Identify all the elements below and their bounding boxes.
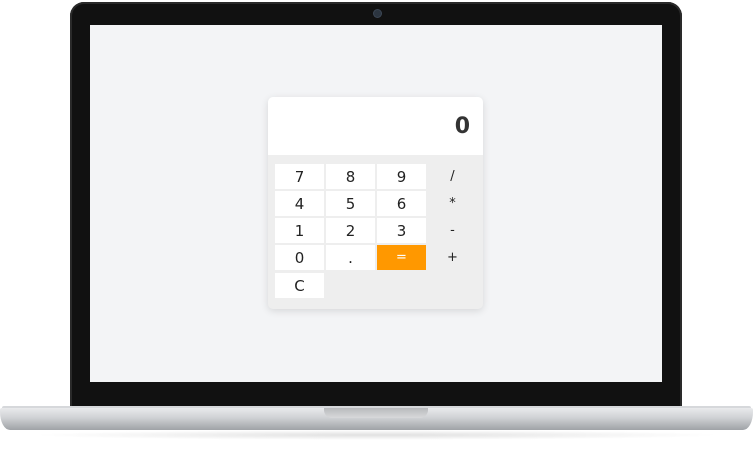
- key-clear[interactable]: C: [275, 273, 324, 298]
- calculator: 0 7 8 9 / 4 5 6 * 1 2 3 - 0 . = + C: [268, 97, 483, 309]
- key-equals[interactable]: =: [377, 245, 426, 270]
- display-value: 0: [454, 114, 470, 139]
- key-divide[interactable]: /: [428, 164, 477, 189]
- calculator-display: 0: [268, 97, 483, 155]
- key-2[interactable]: 2: [326, 218, 375, 243]
- laptop-screen: 0 7 8 9 / 4 5 6 * 1 2 3 - 0 . = + C: [90, 25, 662, 382]
- key-add[interactable]: +: [428, 245, 477, 270]
- webcam-icon: [374, 10, 381, 17]
- key-0[interactable]: 0: [275, 245, 324, 270]
- key-multiply[interactable]: *: [428, 191, 477, 216]
- laptop-shadow: [30, 430, 723, 440]
- key-8[interactable]: 8: [326, 164, 375, 189]
- key-decimal[interactable]: .: [326, 245, 375, 270]
- key-3[interactable]: 3: [377, 218, 426, 243]
- key-5[interactable]: 5: [326, 191, 375, 216]
- key-1[interactable]: 1: [275, 218, 324, 243]
- key-9[interactable]: 9: [377, 164, 426, 189]
- key-6[interactable]: 6: [377, 191, 426, 216]
- laptop-notch: [324, 408, 428, 418]
- key-4[interactable]: 4: [275, 191, 324, 216]
- key-subtract[interactable]: -: [428, 218, 477, 243]
- key-7[interactable]: 7: [275, 164, 324, 189]
